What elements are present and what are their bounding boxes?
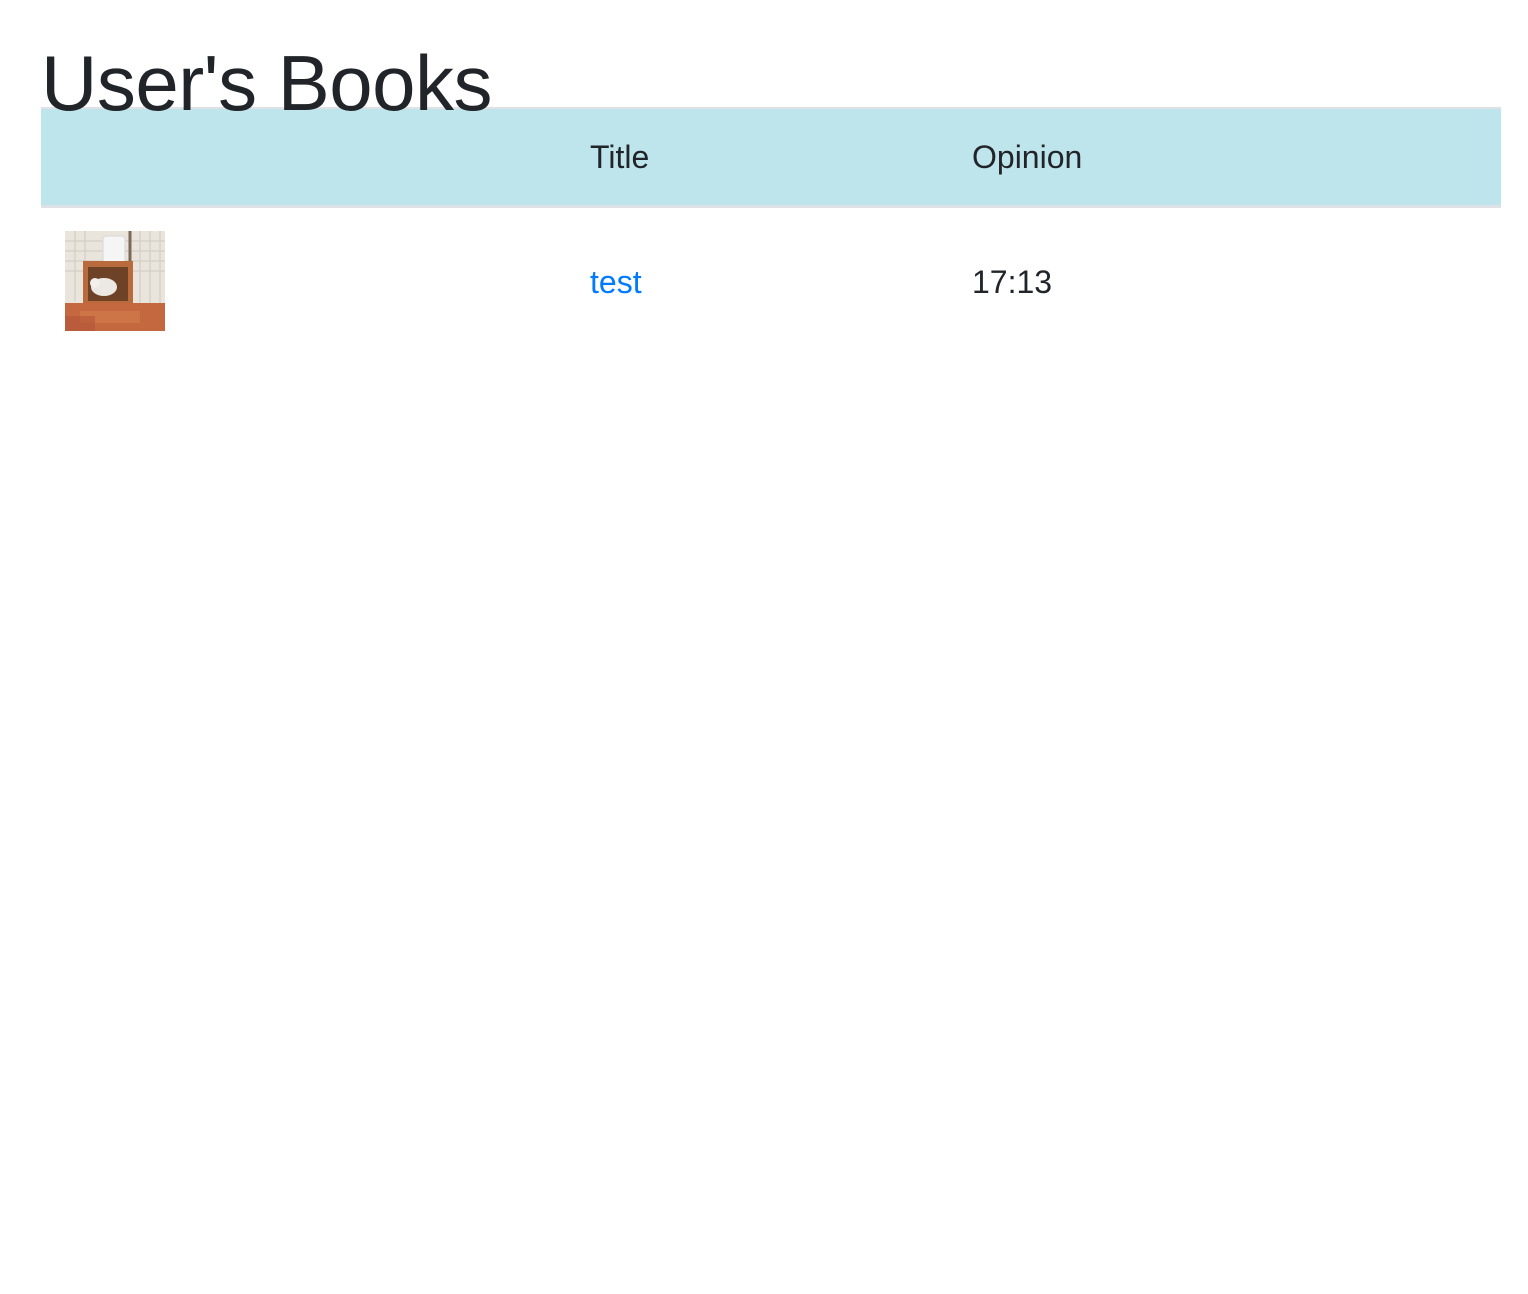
table-body: test 17:13	[41, 207, 1501, 357]
cover-cell	[41, 207, 566, 357]
book-cover-image	[65, 231, 165, 331]
opinion-cell: 17:13	[972, 263, 1053, 300]
page-title: User's Books	[41, 39, 493, 127]
column-header-opinion: Opinion	[948, 107, 1501, 208]
book-title-link[interactable]: test	[590, 264, 642, 300]
title-cell: test	[566, 207, 948, 357]
column-header-title: Title	[566, 107, 948, 208]
table-row: test 17:13	[41, 207, 1501, 357]
books-table: Title Opinion test 17:13	[41, 107, 1501, 356]
page-container: User's Books Title Opinion test 17:13	[0, 0, 1528, 356]
